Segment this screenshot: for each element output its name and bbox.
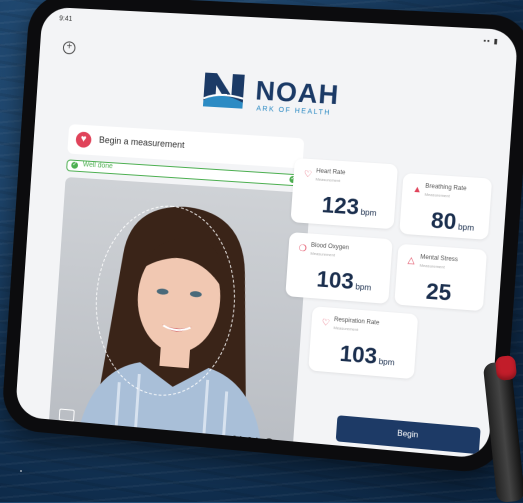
tablet-device: 9:41 ▪▪ ▮ + NOAH ARK OF HEALTH ♥ Begin a… — [0, 0, 523, 475]
status-icons: ▪▪ ▮ — [483, 37, 499, 46]
blood-drop-icon: ❍ — [298, 242, 308, 254]
timer-icon — [263, 437, 274, 449]
heart-icon: ♥ — [75, 131, 92, 149]
timer-value: 01:04 — [230, 433, 259, 449]
metric-sub: Measurement — [333, 325, 359, 332]
add-circle-icon[interactable]: + — [62, 41, 76, 55]
noah-logo: NOAH ARK OF HEALTH — [200, 67, 373, 127]
metric-sub: Measurement — [315, 176, 341, 184]
metric-label: Breathing Rate — [425, 183, 467, 193]
metric-value: 103bpm — [315, 266, 372, 295]
begin-button[interactable]: Begin — [335, 415, 481, 455]
metric-card-respiration-rate: ♡ Respiration Rate Measurement 103bpm — [308, 306, 419, 380]
metric-label: Mental Stress — [419, 254, 459, 264]
status-bar: 9:41 ▪▪ ▮ — [59, 15, 499, 49]
heart-icon: ♡ — [303, 168, 313, 180]
stylus-cap — [494, 355, 518, 381]
metric-sub: Measurement — [424, 191, 451, 199]
metric-value: 25 — [425, 278, 453, 306]
metric-card-blood-oxygen: ❍ Blood Oxygen Measurement 103bpm — [285, 232, 393, 304]
metric-value: 123bpm — [321, 192, 377, 220]
measurement-panel: ♥ Begin a measurement ✓ Well done ✓ — [48, 124, 311, 452]
ark-logo-icon — [201, 72, 247, 109]
sparkle — [20, 470, 22, 472]
measurement-timer: 01:04 — [231, 434, 274, 450]
metric-card-mental-stress: △ Mental Stress Measurement 25 — [394, 243, 488, 312]
lungs-icon: ▲ — [412, 183, 423, 195]
camera-view — [48, 176, 311, 452]
metric-label: Heart Rate — [315, 168, 346, 177]
lungs-icon: ♡ — [321, 317, 331, 328]
check-icon: ✓ — [71, 161, 79, 169]
brain-icon: △ — [407, 254, 416, 266]
metric-value: 80bpm — [430, 207, 475, 235]
metric-label: Blood Oxygen — [310, 242, 350, 252]
progress-text: Well done — [82, 161, 113, 171]
status-time: 9:41 — [58, 15, 73, 23]
metric-sub: Measurement — [419, 262, 445, 270]
metric-value: 103bpm — [338, 340, 395, 369]
app-screen: 9:41 ▪▪ ▮ + NOAH ARK OF HEALTH ♥ Begin a… — [14, 6, 519, 460]
measurement-label: Begin a measurement — [98, 134, 185, 151]
metric-card-heart-rate: ♡ Heart Rate Measurement 123bpm — [290, 157, 398, 230]
camera-flip-icon[interactable] — [58, 408, 75, 422]
metric-sub: Measurement — [310, 250, 336, 258]
metric-card-breathing-rate: ▲ Breathing Rate Measurement 80bpm — [399, 172, 493, 240]
